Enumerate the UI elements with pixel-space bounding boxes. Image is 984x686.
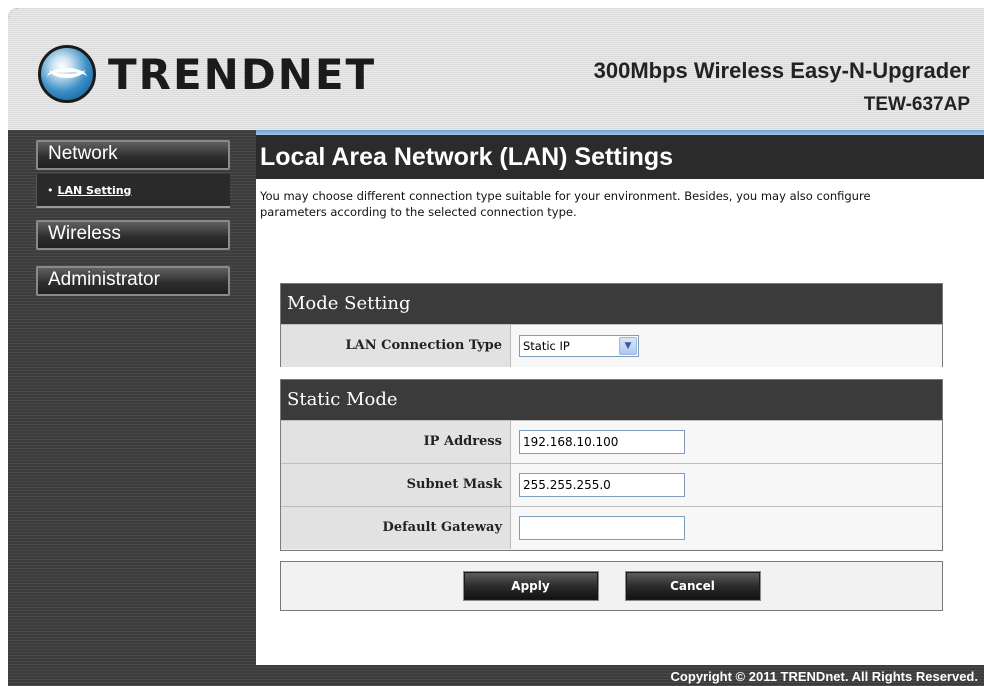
sidebar-submenu-network: • LAN Setting: [36, 174, 230, 208]
ip-address-input[interactable]: [519, 430, 685, 454]
default-gateway-input[interactable]: [519, 516, 685, 540]
header: TRENDNET 300Mbps Wireless Easy-N-Upgrade…: [8, 8, 984, 130]
logo-text: TRENDNET: [108, 49, 377, 99]
sidebar-item-administrator[interactable]: Administrator: [36, 266, 230, 296]
intro-text: You may choose different connection type…: [260, 189, 871, 219]
sidebar-item-network[interactable]: Network: [36, 140, 230, 170]
app-frame: TRENDNET 300Mbps Wireless Easy-N-Upgrade…: [8, 8, 984, 686]
bullet-icon: •: [47, 184, 54, 197]
static-mode-section: Static Mode IP Address Subnet Mask Defau…: [280, 379, 943, 551]
page-title: Local Area Network (LAN) Settings: [256, 135, 984, 182]
form-row: IP Address: [281, 420, 942, 463]
ip-address-label: IP Address: [281, 421, 511, 463]
lan-connection-type-select[interactable]: Static IP ▼: [519, 335, 639, 357]
copyright-text: Copyright © 2011 TRENDnet. All Rights Re…: [670, 669, 978, 684]
action-buttons: Apply Cancel: [280, 561, 943, 611]
sidebar-subitem-lan-setting[interactable]: LAN Setting: [58, 184, 132, 197]
mode-setting-section: Mode Setting LAN Connection Type Static …: [280, 283, 943, 367]
default-gateway-label: Default Gateway: [281, 507, 511, 549]
form-row: Default Gateway: [281, 506, 942, 549]
model-name: TEW-637AP: [863, 94, 970, 115]
product-name: 300Mbps Wireless Easy-N-Upgrader: [593, 58, 970, 83]
mode-setting-heading: Mode Setting: [281, 284, 942, 324]
content-panel: Local Area Network (LAN) Settings You ma…: [256, 135, 984, 665]
lan-connection-type-label: LAN Connection Type: [281, 325, 511, 367]
form-row: Subnet Mask: [281, 463, 942, 506]
subnet-mask-label: Subnet Mask: [281, 464, 511, 506]
chevron-down-icon[interactable]: ▼: [619, 337, 637, 355]
apply-button[interactable]: Apply: [462, 571, 599, 601]
cancel-button[interactable]: Cancel: [624, 571, 761, 601]
globe-logo-icon: [38, 45, 96, 103]
subnet-mask-input[interactable]: [519, 473, 685, 497]
select-value: Static IP: [523, 339, 570, 353]
sidebar-item-wireless[interactable]: Wireless: [36, 220, 230, 250]
static-mode-heading: Static Mode: [281, 380, 942, 420]
form-row: LAN Connection Type Static IP ▼: [281, 324, 942, 367]
logo: TRENDNET: [38, 44, 376, 104]
